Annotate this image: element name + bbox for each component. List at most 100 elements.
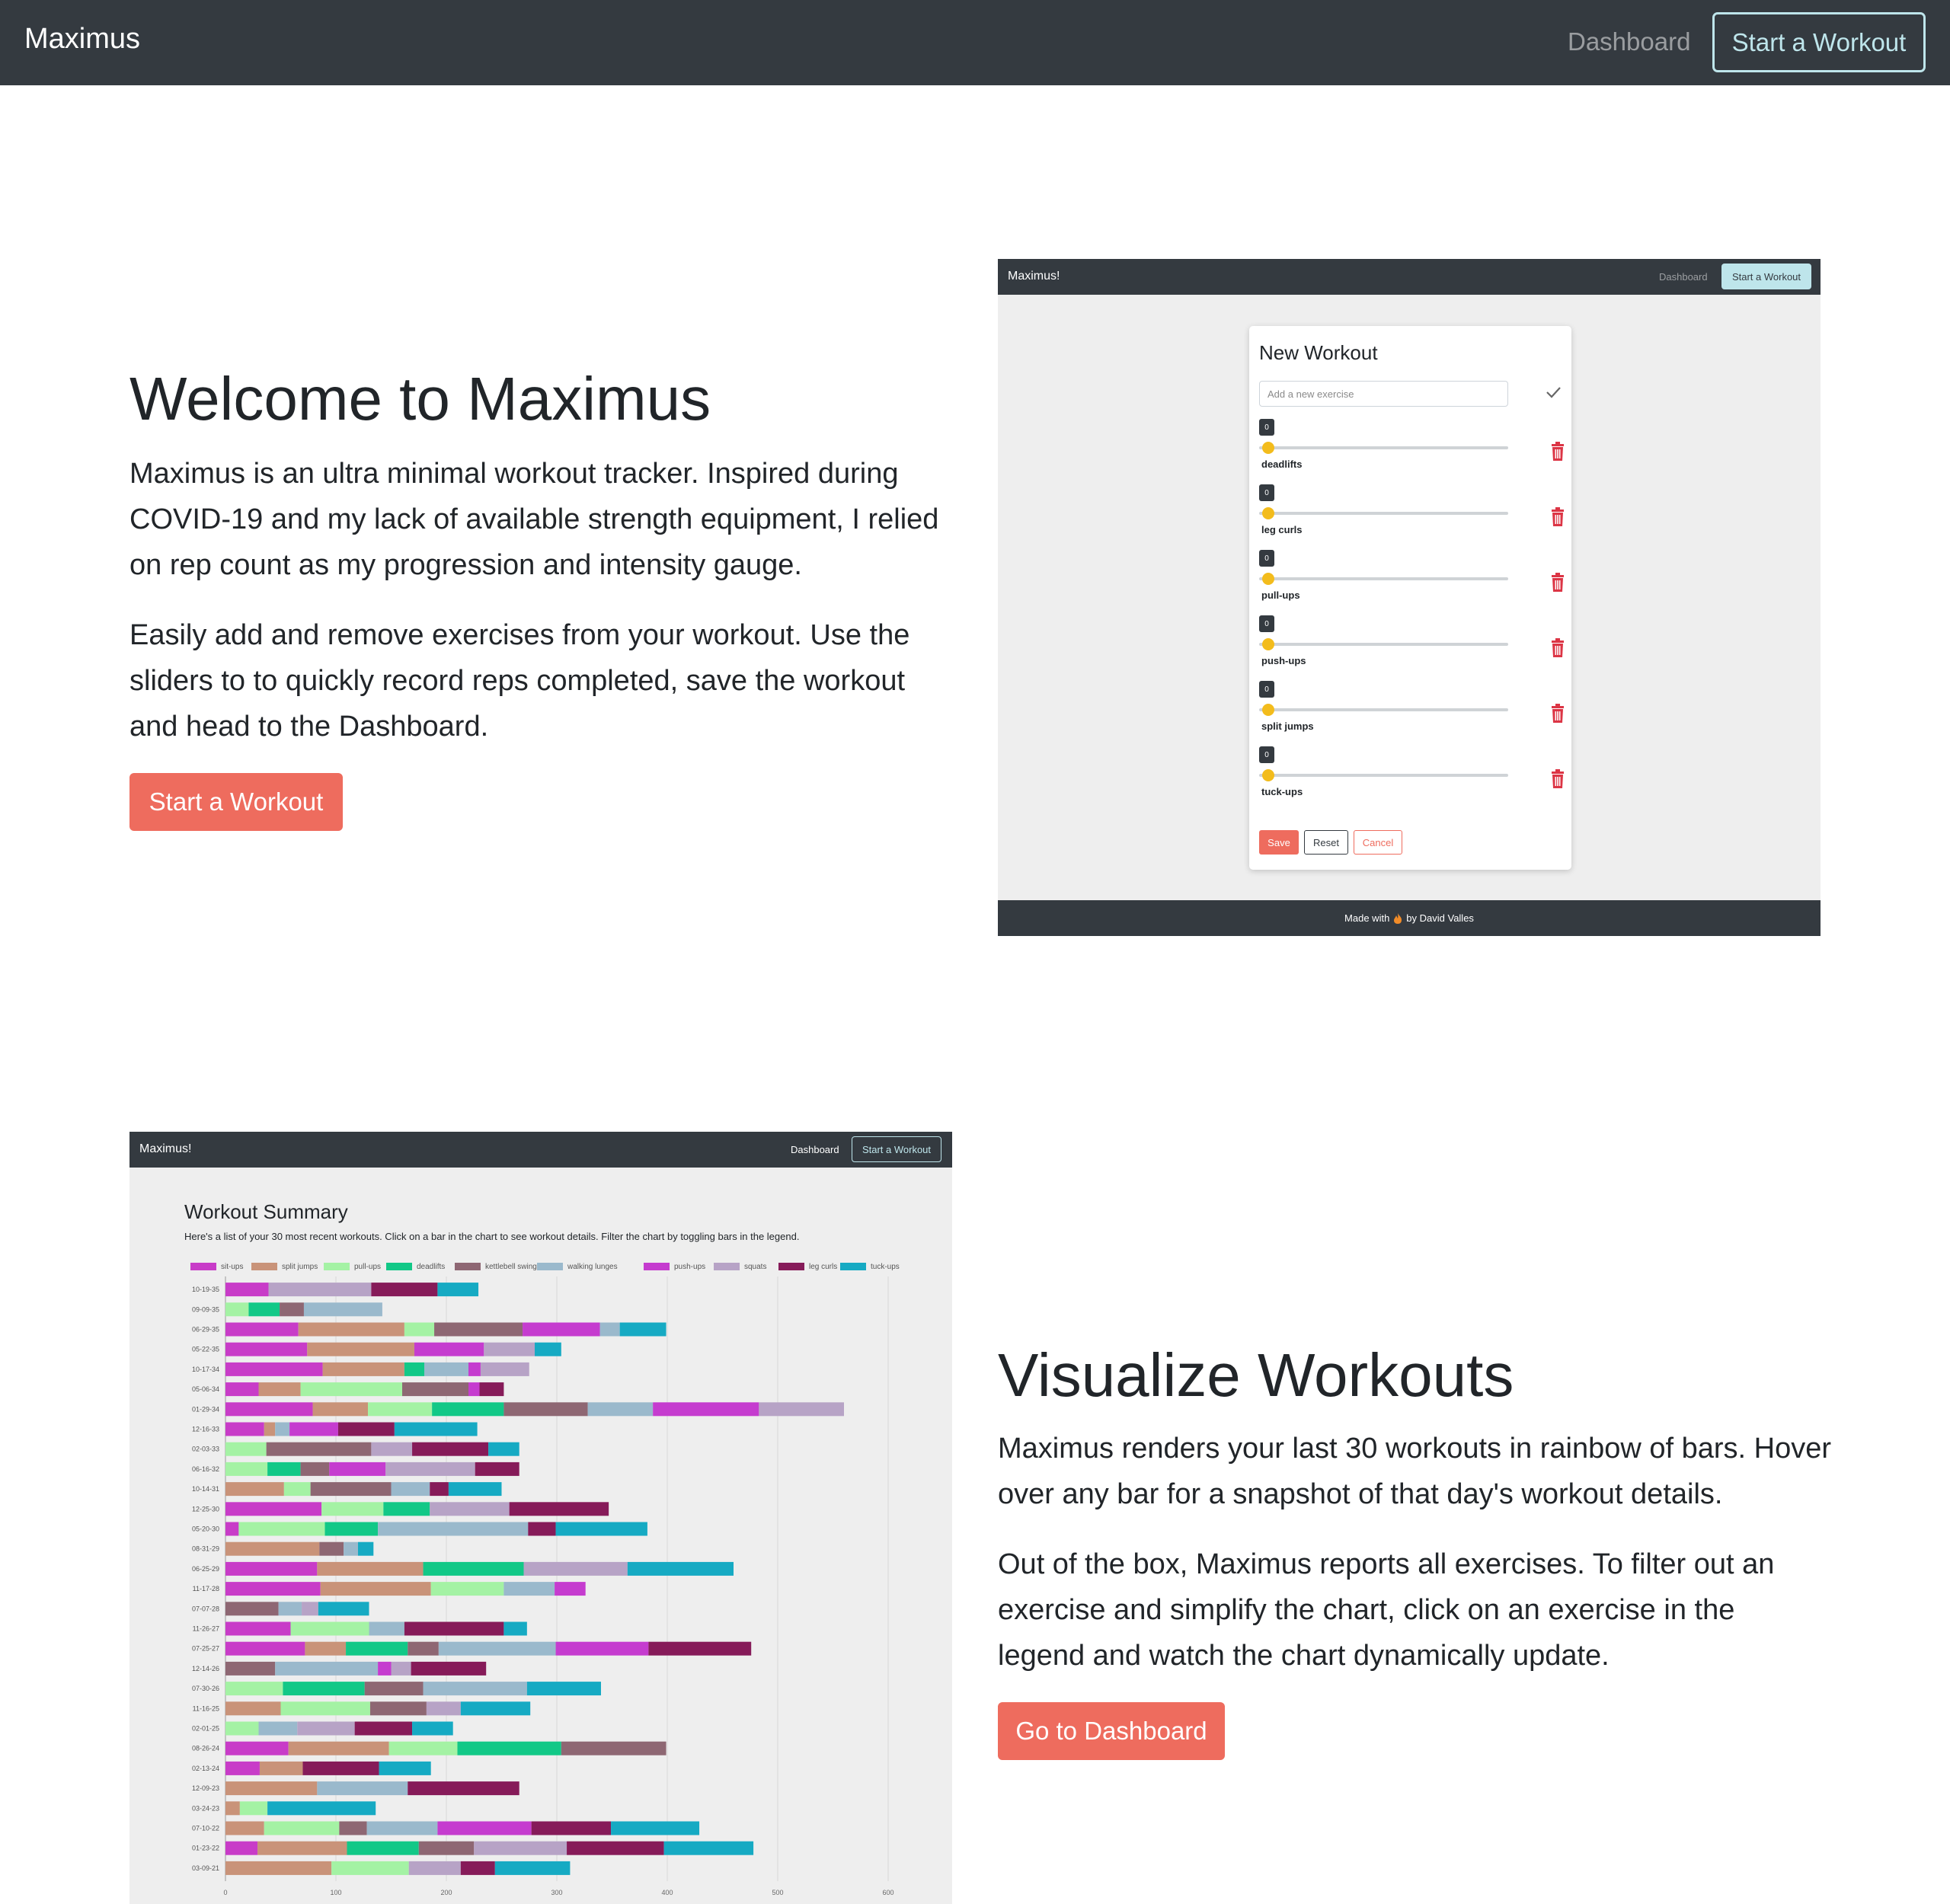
bar-segment	[225, 1661, 276, 1676]
y-tick-label: 11-26-27	[193, 1625, 219, 1633]
bar-segment	[412, 1442, 489, 1456]
bar-segment	[404, 1362, 424, 1376]
bar-segment	[759, 1402, 844, 1417]
bar-segment	[369, 1621, 404, 1636]
summary-title: Workout Summary	[184, 1200, 348, 1223]
trash-icon	[1552, 769, 1564, 788]
y-tick-label: 02-01-25	[192, 1725, 219, 1733]
x-tick-label: 100	[330, 1889, 341, 1896]
bar-segment	[248, 1302, 280, 1317]
bar-segment	[535, 1342, 561, 1356]
bar-segment	[619, 1322, 667, 1337]
bar-segment	[503, 1621, 527, 1636]
bar-segment	[371, 1442, 413, 1456]
bar-segment	[378, 1661, 392, 1676]
x-tick-label: 200	[440, 1889, 452, 1896]
bar-segment	[611, 1821, 700, 1835]
bar-segment	[225, 1582, 321, 1596]
bar-segment	[426, 1701, 461, 1716]
bar-segment	[437, 1283, 479, 1297]
bar-segment	[225, 1861, 332, 1875]
y-tick-label: 10-19-35	[192, 1286, 219, 1293]
bar-segment	[317, 1781, 408, 1796]
bar-segment	[275, 1422, 290, 1436]
rep-slider-track	[1259, 643, 1508, 646]
bar-segment	[364, 1682, 424, 1696]
bar-segment	[238, 1522, 325, 1536]
legend-label: walking lunges	[567, 1263, 618, 1271]
bar-segment	[267, 1462, 301, 1476]
bar-segment	[555, 1522, 647, 1536]
bar-segment	[437, 1821, 532, 1835]
bar-segment	[307, 1342, 414, 1356]
bar-segment	[404, 1322, 435, 1337]
bar-segment	[460, 1861, 495, 1875]
legend-swatch	[778, 1263, 804, 1271]
bar-segment	[408, 1641, 439, 1656]
nav-dashboard-link[interactable]: Dashboard	[1568, 27, 1690, 56]
legend-item: push-ups	[644, 1263, 705, 1273]
bar-segment	[302, 1761, 379, 1775]
y-tick-label: 06-29-35	[192, 1326, 219, 1334]
bar-segment	[484, 1342, 535, 1356]
bar-segment	[404, 1621, 504, 1636]
bar-segment	[225, 1541, 320, 1556]
nav-start-workout-button[interactable]: Start a Workout	[1712, 12, 1926, 72]
bar-segment	[283, 1682, 365, 1696]
bar-segment	[430, 1482, 449, 1497]
reset-button: Reset	[1304, 830, 1348, 855]
bar-segment	[368, 1402, 433, 1417]
bar-segment	[358, 1541, 374, 1556]
cancel-button: Cancel	[1354, 830, 1402, 855]
bar-segment	[257, 1841, 347, 1855]
mini-brand: Maximus!	[139, 1142, 192, 1155]
legend-item: kettlebell swings	[455, 1263, 541, 1273]
intro-paragraph: Maximus is an ultra minimal workout trac…	[129, 458, 939, 581]
legend-swatch	[644, 1263, 670, 1271]
y-tick-label: 06-25-29	[192, 1565, 219, 1573]
rep-slider-thumb	[1262, 442, 1274, 454]
bar-segment	[424, 1362, 468, 1376]
bar-segment	[479, 1382, 504, 1397]
y-tick-label: 01-29-34	[192, 1405, 219, 1413]
bar-segment	[225, 1682, 283, 1696]
bar-segment	[280, 1701, 370, 1716]
bar-segment	[305, 1641, 347, 1656]
bar-segment	[494, 1861, 571, 1875]
bar-segment	[383, 1502, 430, 1516]
rep-count-badge: 0	[1259, 484, 1274, 501]
y-tick-label: 12-16-33	[192, 1426, 219, 1433]
bar-segment	[225, 1801, 240, 1816]
bar-segment	[283, 1482, 311, 1497]
legend-item: pull-ups	[324, 1263, 381, 1273]
bar-segment	[303, 1302, 382, 1317]
bar-segment	[225, 1602, 279, 1616]
brand[interactable]: Maximus	[24, 23, 140, 56]
bar-segment	[561, 1741, 667, 1755]
rep-slider-track	[1259, 577, 1508, 580]
bar-segment	[587, 1402, 654, 1417]
bar-segment	[488, 1442, 519, 1456]
x-tick-label: 400	[661, 1889, 673, 1896]
bar-segment	[555, 1582, 586, 1596]
y-tick-label: 03-09-21	[192, 1864, 219, 1872]
legend-item: squats	[714, 1263, 766, 1273]
bar-segment	[258, 1382, 301, 1397]
bar-segment	[225, 1561, 318, 1576]
go-to-dashboard-button[interactable]: Go to Dashboard	[998, 1702, 1225, 1760]
bar-segment	[225, 1781, 318, 1796]
bar-segment	[225, 1382, 259, 1397]
new-workout-card: New Workout Add a new exercise 0 deadlift…	[1249, 326, 1571, 870]
bar-segment	[423, 1561, 524, 1576]
start-workout-button[interactable]: Start a Workout	[129, 773, 343, 831]
bar-segment	[225, 1442, 267, 1456]
rep-slider-thumb	[1262, 704, 1274, 716]
exercise-name: split jumps	[1261, 720, 1314, 732]
bar-segment	[225, 1283, 269, 1297]
workout-summary-chart: 0 100 200 300 400 500 600 10-19-35 09-09-35 06-29…	[192, 1276, 894, 1896]
y-tick-label: 03-24-23	[192, 1804, 219, 1812]
exercise-name: tuck-ups	[1261, 786, 1303, 797]
y-tick-label: 01-23-22	[192, 1845, 219, 1852]
bar-segment	[434, 1322, 523, 1337]
bar-segment	[225, 1821, 264, 1835]
